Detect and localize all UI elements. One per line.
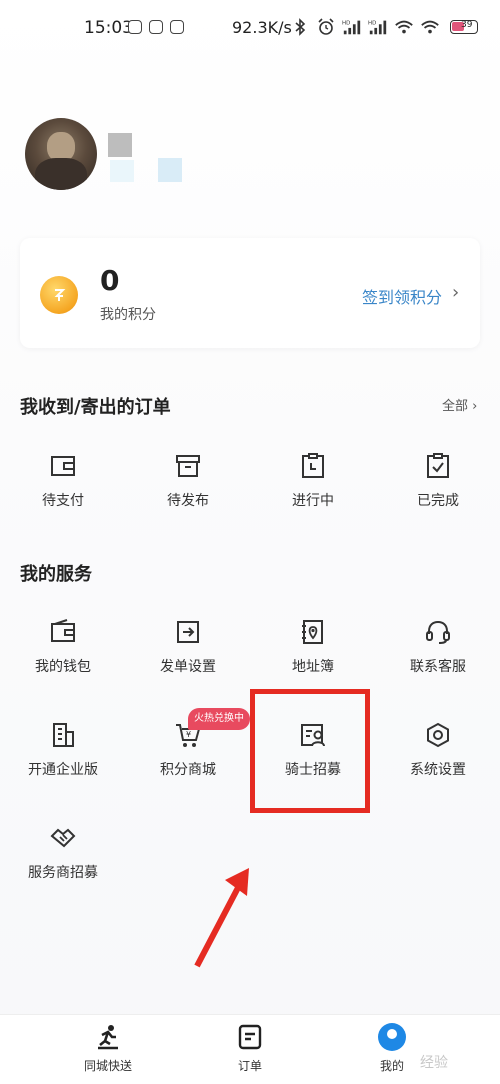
network-speed: 92.3K/s (232, 18, 292, 37)
see-all-orders-link[interactable]: 全部 › (442, 395, 477, 414)
order-completed[interactable]: 已完成 (383, 452, 493, 532)
badge-icon (170, 20, 184, 34)
wifi-icon (395, 20, 413, 34)
wallet-icon (51, 619, 75, 642)
order-item-label: 待支付 (42, 493, 84, 509)
bottom-nav: 同城快送 订单 我的 (0, 1014, 500, 1084)
signal-hd-icon: HD (368, 20, 387, 35)
points-label: 我的积分 (100, 307, 156, 323)
signin-points-link[interactable]: 签到领积分 (362, 284, 442, 308)
svg-text:HD: HD (368, 20, 376, 26)
bluetooth-icon (295, 18, 306, 36)
see-all-label: 全部 (442, 399, 469, 414)
status-left-icons (128, 20, 184, 34)
service-label: 系统设置 (410, 762, 466, 778)
service-label: 发单设置 (160, 659, 216, 675)
red-arrow-annotation (194, 868, 249, 968)
nav-tab-orders[interactable]: 订单 (200, 1023, 300, 1074)
service-label: 我的钱包 (35, 659, 91, 675)
service-label: 地址簿 (292, 659, 334, 675)
orders-section-title: 我收到/寄出的订单 (20, 397, 171, 418)
service-label: 服务商招募 (28, 865, 98, 881)
service-provider-recruitment[interactable]: 服务商招募 (8, 824, 118, 904)
service-enterprise[interactable]: 开通企业版 (8, 721, 118, 801)
svg-text:¥: ¥ (186, 730, 191, 739)
service-label: 开通企业版 (28, 762, 98, 778)
username-mosaic (108, 133, 132, 157)
service-system-settings[interactable]: 系统设置 (383, 721, 493, 801)
order-item-label: 已完成 (417, 493, 459, 509)
username-mosaic (110, 160, 134, 182)
battery-level: 39 (461, 20, 473, 30)
profile-icon (378, 1023, 406, 1051)
headset-icon (426, 620, 450, 644)
username-mosaic (158, 158, 182, 182)
points-value: 0 (100, 264, 120, 297)
order-pending-payment[interactable]: 待支付 (8, 452, 118, 532)
highlight-box (250, 689, 370, 813)
svg-text:HD: HD (342, 20, 350, 26)
watermark: 经验 (420, 1055, 448, 1071)
order-item-label: 进行中 (292, 493, 334, 509)
coin-icon (40, 276, 78, 314)
photo-icon (149, 20, 163, 34)
avatar[interactable] (25, 118, 97, 190)
nav-label: 订单 (237, 1059, 262, 1073)
archive-icon (176, 455, 200, 477)
avatar-body (35, 158, 87, 190)
clipboard-check-icon (427, 453, 449, 478)
order-in-progress[interactable]: 进行中 (258, 452, 368, 532)
chevron-right-icon[interactable]: › (452, 282, 459, 303)
points-card: 0 我的积分 签到领积分 › (20, 238, 480, 348)
status-bar: 15:03 92.3K/s HD HD 39 (0, 0, 500, 58)
send-settings-icon (177, 621, 199, 643)
service-my-wallet[interactable]: 我的钱包 (8, 618, 118, 698)
order-list-icon (238, 1024, 262, 1050)
gear-hex-icon (427, 722, 449, 748)
alarm-icon (318, 18, 334, 35)
service-points-mall[interactable]: ¥ 积分商城 (133, 721, 243, 801)
hot-exchange-badge: 火热兑换中 (188, 708, 250, 730)
service-customer-support[interactable]: 联系客服 (383, 618, 493, 698)
order-pending-publish[interactable]: 待发布 (133, 452, 243, 532)
wallet-icon (51, 456, 75, 476)
service-address-book[interactable]: 地址簿 (258, 618, 368, 698)
services-section-title: 我的服务 (20, 564, 92, 585)
signal-hd-icon: HD (342, 20, 361, 35)
clipboard-clock-icon (302, 453, 324, 478)
address-book-icon (302, 620, 323, 644)
wifi-icon (421, 20, 439, 34)
shield-icon (128, 20, 142, 34)
service-send-settings[interactable]: 发单设置 (133, 618, 243, 698)
handshake-icon (50, 828, 76, 848)
order-item-label: 待发布 (167, 493, 209, 509)
battery-icon: 39 (450, 20, 478, 34)
service-label: 积分商城 (160, 762, 216, 778)
runner-icon (98, 1025, 118, 1050)
status-right-icons: HD HD 39 (290, 17, 478, 37)
building-icon (53, 723, 74, 747)
service-label: 联系客服 (410, 659, 466, 675)
nav-label: 同城快送 (83, 1059, 132, 1073)
page: 15:03 92.3K/s HD HD 39 0 我的积分 签到领积分 › 我收… (0, 0, 500, 1084)
status-time: 15:03 (84, 18, 133, 38)
nav-tab-delivery[interactable]: 同城快送 (58, 1023, 158, 1074)
